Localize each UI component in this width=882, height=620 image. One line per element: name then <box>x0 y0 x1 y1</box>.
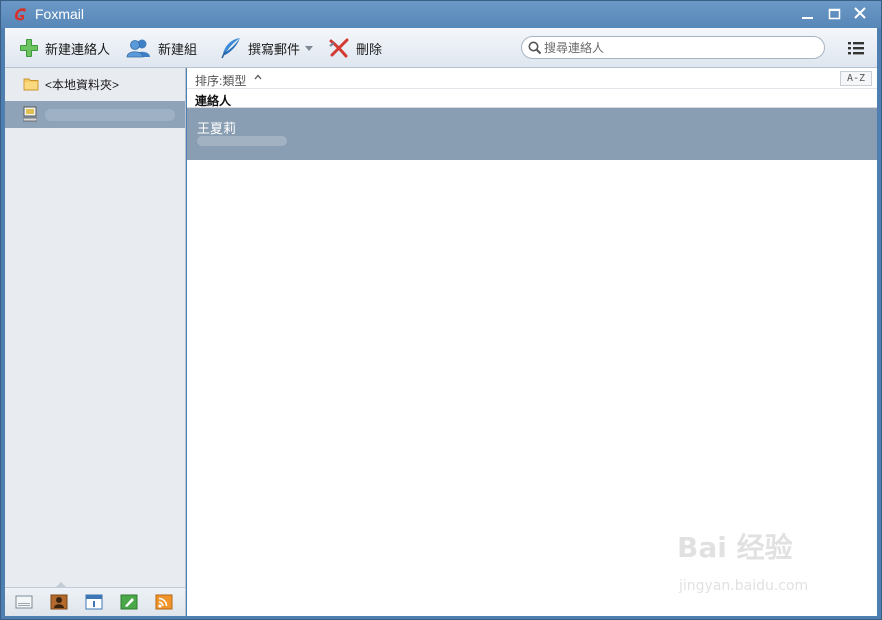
watermark-url: jingyan.baidu.com <box>679 578 809 594</box>
contact-name: 王夏莉 <box>197 121 237 136</box>
title-bar[interactable]: Foxmail <box>1 1 881 28</box>
sort-bar: 排序:類型 A-Z <box>187 68 877 89</box>
new-contact-label: 新建連絡人 <box>45 41 111 57</box>
chevron-down-icon[interactable] <box>305 45 314 51</box>
delete-button[interactable]: 刪除 <box>328 34 382 62</box>
search-box[interactable] <box>521 36 825 59</box>
toolbar: 新建連絡人 新建組 撰寫郵件 刪除 搜尋連絡人 <box>5 28 877 68</box>
new-contact-button[interactable]: 新建連絡人 <box>19 34 110 62</box>
sidebar-item-local-folder[interactable]: <本地資料夾> <box>5 72 185 96</box>
local-folder-label: <本地資料夾> <box>45 77 120 92</box>
plus-icon <box>20 39 38 57</box>
contact-detail-redacted <box>197 136 287 146</box>
sort-by-type-dropdown[interactable]: 排序:類型 <box>195 72 246 89</box>
rss-icon[interactable] <box>155 594 173 610</box>
az-index-button[interactable]: A-Z <box>840 71 872 86</box>
delete-label: 刪除 <box>356 41 383 57</box>
delete-x-icon <box>329 38 349 58</box>
contacts-group-header: 連絡人 <box>187 90 877 108</box>
close-icon[interactable] <box>849 5 871 23</box>
list-item[interactable]: 王夏莉 <box>187 108 877 160</box>
maximize-icon[interactable] <box>823 5 845 23</box>
menu-list-icon[interactable] <box>845 39 867 57</box>
feather-pen-icon <box>221 38 240 59</box>
account-name-redacted <box>45 109 175 121</box>
search-icon <box>528 41 542 55</box>
window-title: Foxmail <box>35 6 85 22</box>
calendar-icon[interactable] <box>85 594 103 610</box>
foxmail-window: Foxmail 新建連絡人 新建組 撰寫郵件 刪除 搜尋連絡人 <本地資料夾> … <box>0 0 882 620</box>
module-switcher <box>5 582 185 616</box>
active-module-notch <box>55 582 67 588</box>
new-group-button[interactable]: 新建組 <box>126 34 197 62</box>
compose-mail-button[interactable]: 撰寫郵件 <box>220 34 314 62</box>
contacts-icon[interactable] <box>50 594 68 610</box>
compose-mail-label: 撰寫郵件 <box>248 41 301 57</box>
baidu-watermark: Bai 经验 jingyan.baidu.com <box>677 526 847 606</box>
foxmail-logo-icon <box>14 8 26 21</box>
notes-icon[interactable] <box>120 594 138 610</box>
chevron-up-icon[interactable] <box>253 72 263 82</box>
search-input[interactable] <box>544 39 814 56</box>
minimize-icon[interactable] <box>796 5 818 23</box>
mail-icon[interactable] <box>15 594 33 610</box>
group-header-label: 連絡人 <box>195 94 232 108</box>
folder-icon <box>23 78 39 91</box>
group-icon <box>126 39 150 58</box>
sidebar: <本地資料夾> <box>5 68 186 616</box>
watermark-brand: Bai 经验 <box>677 531 793 564</box>
new-group-label: 新建組 <box>158 41 198 57</box>
sidebar-item-account[interactable] <box>5 101 185 128</box>
computer-icon <box>23 106 37 122</box>
